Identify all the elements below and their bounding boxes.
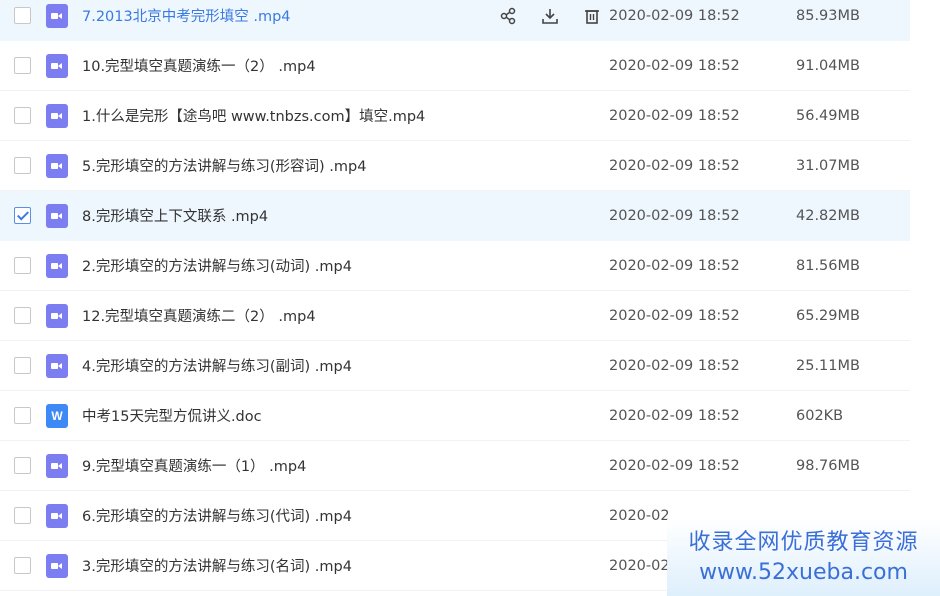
file-name[interactable]: 2.完形填空的方法讲解与练习(动词) .mp4 [82,255,352,276]
row-checkbox[interactable] [14,457,31,474]
file-row[interactable]: 5.完形填空的方法讲解与练习(形容词) .mp4 2020-02-09 18:52… [0,141,910,191]
file-date: 2020-02-09 18:52 [609,407,740,424]
file-date: 2020-02 [609,557,670,574]
file-row[interactable]: 4.完形填空的方法讲解与练习(副词) .mp4 2020-02-09 18:52 2… [0,341,910,391]
file-row[interactable]: 9.完型填空真题演练一（1） .mp4 2020-02-09 18:52 98.76… [0,441,910,491]
file-date: 2020-02-09 18:52 [609,7,740,24]
file-size: 25.11MB [796,357,860,374]
file-date: 2020-02-09 18:52 [609,257,740,274]
row-checkbox[interactable] [14,157,31,174]
file-name[interactable]: 中考15天完型方侃讲义.doc [82,405,262,426]
file-date: 2020-02-09 18:52 [609,207,740,224]
file-size: 98.76MB [796,457,860,474]
watermark-text: 收录全网优质教育资源 [688,529,919,555]
row-checkbox[interactable] [14,7,31,24]
file-row[interactable]: 8.完形填空上下文联系 .mp4 2020-02-09 18:52 42.82MB [0,191,910,241]
file-size: 42.82MB [796,207,860,224]
share-icon[interactable] [498,6,518,26]
file-name[interactable]: 6.完形填空的方法讲解与练习(代词) .mp4 [82,505,352,526]
file-size: 91.04MB [796,57,860,74]
delete-icon[interactable] [582,6,602,26]
row-actions [498,6,602,26]
file-row[interactable]: 7.2013北京中考完形填空 .mp4 2020-02-09 18:52 85.93… [0,0,910,41]
file-date: 2020-02-09 18:52 [609,157,740,174]
watermark-url: www.52xueba.com [699,559,908,585]
file-row[interactable]: 2.完形填空的方法讲解与练习(动词) .mp4 2020-02-09 18:52 8… [0,241,910,291]
video-file-icon [46,103,68,128]
download-icon[interactable] [540,6,560,26]
file-name[interactable]: 9.完型填空真题演练一（1） .mp4 [82,455,306,476]
file-size: 85.93MB [796,7,860,24]
file-row[interactable]: 10.完型填空真题演练一（2） .mp4 2020-02-09 18:52 91.0… [0,41,910,91]
video-file-icon [46,303,68,328]
row-checkbox[interactable] [14,107,31,124]
file-date: 2020-02-09 18:52 [609,107,740,124]
file-name[interactable]: 3.完形填空的方法讲解与练习(名词) .mp4 [82,555,352,576]
video-file-icon [46,553,68,578]
file-row[interactable]: W 中考15天完型方侃讲义.doc 2020-02-09 18:52 602KB [0,391,910,441]
file-name[interactable]: 5.完形填空的方法讲解与练习(形容词) .mp4 [82,155,366,176]
video-file-icon [46,3,68,28]
row-checkbox[interactable] [14,257,31,274]
watermark-overlay: 收录全网优质教育资源 www.52xueba.com [667,519,940,596]
row-checkbox[interactable] [14,57,31,74]
video-file-icon [46,503,68,528]
file-size: 65.29MB [796,307,860,324]
video-file-icon [46,453,68,478]
file-name[interactable]: 7.2013北京中考完形填空 .mp4 [82,5,291,26]
file-date: 2020-02-09 18:52 [609,357,740,374]
file-row[interactable]: 1.什么是完形【途鸟吧 www.tnbzs.com】填空.mp4 2020-02-… [0,91,910,141]
video-file-icon [46,353,68,378]
file-date: 2020-02-09 18:52 [609,457,740,474]
word-doc-icon: W [46,403,68,428]
video-file-icon [46,153,68,178]
row-checkbox[interactable] [14,307,31,324]
row-checkbox[interactable] [14,207,31,224]
video-file-icon [46,203,68,228]
file-name[interactable]: 12.完型填空真题演练二（2） .mp4 [82,305,316,326]
file-size: 602KB [796,407,844,424]
file-name[interactable]: 8.完形填空上下文联系 .mp4 [82,205,268,226]
row-checkbox[interactable] [14,357,31,374]
file-date: 2020-02 [609,507,670,524]
file-date: 2020-02-09 18:52 [609,57,740,74]
file-size: 31.07MB [796,157,860,174]
video-file-icon [46,253,68,278]
row-checkbox[interactable] [14,557,31,574]
file-name[interactable]: 1.什么是完形【途鸟吧 www.tnbzs.com】填空.mp4 [82,105,425,126]
file-row[interactable]: 12.完型填空真题演练二（2） .mp4 2020-02-09 18:52 65.2… [0,291,910,341]
file-name[interactable]: 4.完形填空的方法讲解与练习(副词) .mp4 [82,355,352,376]
file-date: 2020-02-09 18:52 [609,307,740,324]
file-name[interactable]: 10.完型填空真题演练一（2） .mp4 [82,55,316,76]
video-file-icon [46,53,68,78]
row-checkbox[interactable] [14,507,31,524]
file-size: 81.56MB [796,257,860,274]
row-checkbox[interactable] [14,407,31,424]
file-size: 56.49MB [796,107,860,124]
file-list: 7.2013北京中考完形填空 .mp4 2020-02-09 18:52 85.93… [0,0,940,596]
